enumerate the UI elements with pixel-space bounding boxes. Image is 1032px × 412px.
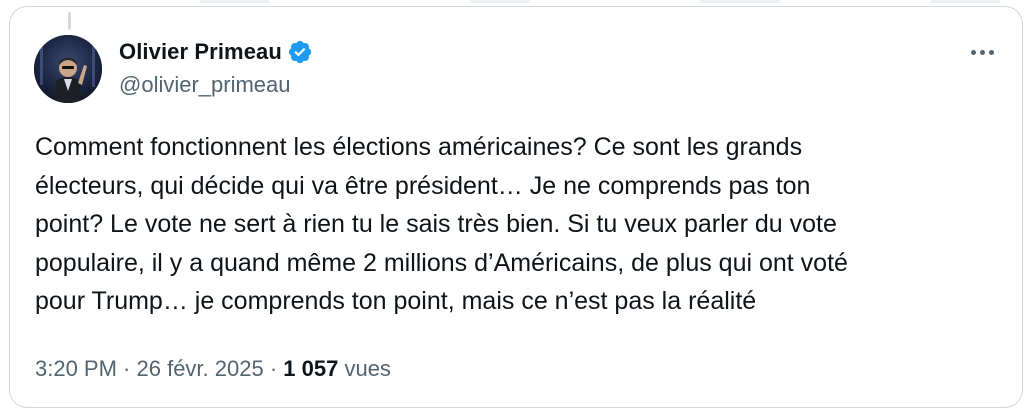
- top-strip-segment: [470, 0, 530, 3]
- author-display-name[interactable]: Olivier Primeau: [119, 39, 282, 65]
- top-strip-segment: [700, 0, 780, 3]
- more-options-icon[interactable]: [966, 42, 998, 62]
- avatar[interactable]: [34, 35, 102, 103]
- tweet-date[interactable]: 26 févr. 2025: [137, 356, 264, 382]
- top-strip-segment: [200, 0, 270, 3]
- tweet-meta: 3:20 PM · 26 févr. 2025 · 1 057 vues: [35, 356, 391, 382]
- author-name-row[interactable]: Olivier Primeau: [119, 38, 313, 66]
- meta-separator: ·: [116, 356, 137, 381]
- meta-separator: ·: [263, 356, 284, 381]
- tweet-text: Comment fonctionnent les élections améri…: [35, 133, 848, 315]
- author-handle[interactable]: @olivier_primeau: [119, 72, 291, 98]
- views-count[interactable]: 1 057: [283, 356, 338, 382]
- avatar-photo: [34, 35, 102, 103]
- top-strip-segment: [930, 0, 1000, 3]
- views-label: vues: [338, 356, 391, 381]
- more-dot: [988, 49, 994, 55]
- more-dot: [979, 49, 985, 55]
- more-dot: [970, 49, 976, 55]
- verified-badge-icon[interactable]: [287, 39, 313, 65]
- tweet-time[interactable]: 3:20 PM: [35, 356, 117, 382]
- thread-line: [68, 12, 71, 30]
